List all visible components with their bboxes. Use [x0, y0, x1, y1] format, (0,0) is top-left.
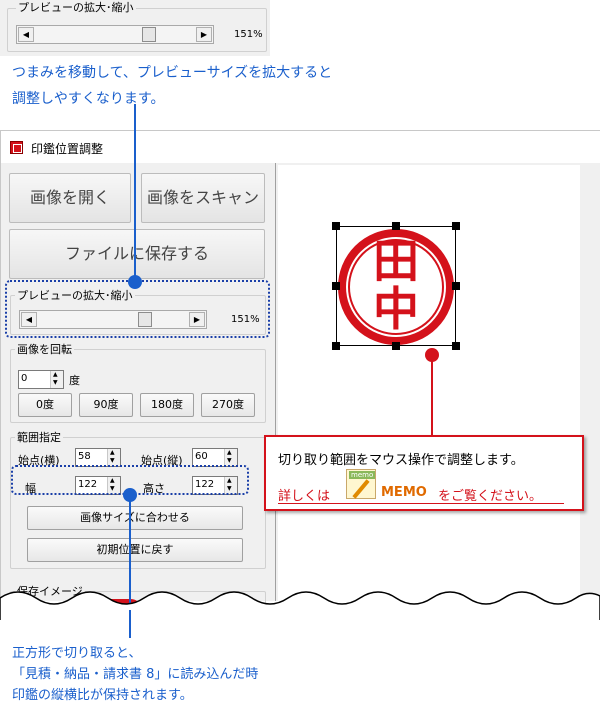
rotate-group: 画像を回転 0 ▲ ▼ 度 0度 90度 180度 270度 [10, 343, 266, 423]
slider-left-arrow-icon[interactable]: ◀ [18, 27, 34, 42]
crop-handle-top[interactable] [392, 222, 400, 230]
rotate-180-button[interactable]: 180度 [140, 393, 194, 417]
crop-handle-bottom-left[interactable] [332, 342, 340, 350]
callout-memo-label: MEMO [381, 485, 427, 500]
crop-handle-right[interactable] [452, 282, 460, 290]
memo-icon-text: memo [349, 471, 376, 479]
open-image-button[interactable]: 画像を開く [9, 173, 131, 223]
app-icon [10, 141, 23, 154]
callout-top-line2: 調整しやすくなります。 [12, 91, 165, 107]
rotate-spinner[interactable]: 0 ▲ ▼ [18, 370, 64, 389]
range-legend: 範囲指定 [15, 431, 63, 444]
crop-handle-top-right[interactable] [452, 222, 460, 230]
top-zoom-group: プレビューの拡大･縮小 ◀ ▶ 151% [7, 1, 267, 52]
callout-right-line1: 切り取り範囲をマウス操作で調整します。 [278, 453, 524, 468]
start-x-value: 58 [78, 451, 91, 462]
callout-right-suffix: をご覧ください。 [438, 489, 543, 504]
rotate-unit: 度 [69, 374, 80, 387]
crop-handle-top-left[interactable] [332, 222, 340, 230]
crop-handle-bottom[interactable] [392, 342, 400, 350]
memo-icon: memo [346, 469, 376, 499]
callout-right-prefix: 詳しくは [278, 489, 331, 504]
reset-position-button[interactable]: 初期位置に戻す [27, 538, 243, 562]
top-zoom-legend: プレビューの拡大･縮小 [16, 1, 136, 14]
preview-scroll-track[interactable] [582, 163, 600, 601]
scan-image-button[interactable]: 画像をスキャン [141, 173, 265, 223]
range-group: 範囲指定 始点(横) 58 ▲ ▼ 始点(縦) 60 ▲ ▼ 幅 122 ▲ ▼ 高さ… [10, 431, 266, 569]
slider-thumb[interactable] [142, 27, 156, 42]
pencil-icon [352, 479, 370, 499]
spinner-arrows-icon[interactable]: ▲ ▼ [224, 449, 237, 466]
fit-image-size-button[interactable]: 画像サイズに合わせる [27, 506, 243, 530]
app-window: 印鑑位置調整 画像を開く 画像をスキャン ファイルに保存する プレビューの拡大･… [0, 130, 600, 633]
rotate-legend: 画像を回転 [15, 343, 74, 356]
connector-line-blue-top [134, 104, 136, 282]
connector-dot-red [425, 348, 439, 362]
connector-line-blue-bottom-tail [129, 610, 131, 638]
callout-bottom-line2: 「見積・納品・請求書 8」に読み込んだ時 [12, 667, 259, 682]
crop-handle-left[interactable] [332, 282, 340, 290]
spinner-arrows-icon[interactable]: ▲ ▼ [50, 371, 63, 388]
start-y-value: 60 [195, 451, 208, 462]
rotate-0-button[interactable]: 0度 [18, 393, 72, 417]
zoom-highlight-box [5, 280, 270, 338]
callout-bottom-line3: 印鑑の縦横比が保持されます。 [12, 688, 193, 703]
connector-dot-blue-bottom [123, 488, 137, 502]
top-zoom-value: 151% [234, 29, 263, 40]
slider-right-arrow-icon[interactable]: ▶ [196, 27, 212, 42]
callout-top-line1: つまみを移動して、プレビューサイズを拡大すると [12, 65, 333, 81]
crop-handle-bottom-right[interactable] [452, 342, 460, 350]
crop-selection-box[interactable] [336, 226, 456, 346]
rotate-270-button[interactable]: 270度 [201, 393, 255, 417]
crop-callout-box: 切り取り範囲をマウス操作で調整します。 詳しくは memo MEMO をご覧くだ… [264, 435, 584, 511]
callout-bottom-line1: 正方形で切り取ると、 [12, 646, 142, 661]
window-title: 印鑑位置調整 [31, 142, 104, 156]
connector-line-red [431, 356, 433, 436]
callout-underline [278, 503, 564, 504]
top-zoom-slider[interactable]: ◀ ▶ [16, 25, 214, 44]
rotate-90-button[interactable]: 90度 [79, 393, 133, 417]
rotate-value: 0 [21, 373, 28, 384]
save-file-button[interactable]: ファイルに保存する [9, 229, 265, 279]
spinner-arrows-icon[interactable]: ▲ ▼ [107, 449, 120, 466]
title-bar: 印鑑位置調整 [1, 131, 600, 163]
connector-dot-blue-top [128, 275, 142, 289]
